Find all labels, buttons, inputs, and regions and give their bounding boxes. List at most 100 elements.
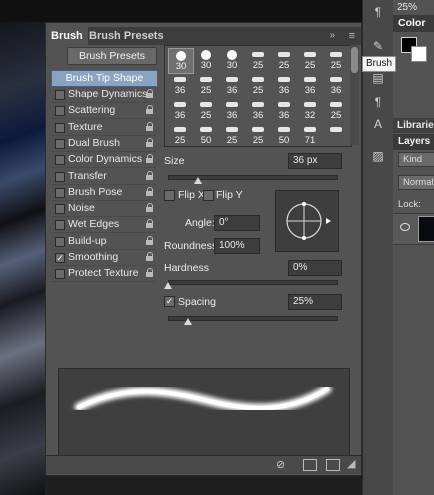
option-shape-dynamics[interactable]: Shape Dynamics: [51, 87, 156, 103]
paragraph-icon[interactable]: ¶: [371, 6, 385, 19]
brush-tip-cell[interactable]: 36: [272, 98, 296, 122]
option-smoothing[interactable]: ✓ Smoothing: [51, 250, 156, 266]
option-build-up[interactable]: Build-up: [51, 234, 156, 250]
option-brush-tip-shape[interactable]: Brush Tip Shape: [51, 70, 158, 87]
brush-tip-cell[interactable]: 25: [272, 48, 296, 72]
lock-icon[interactable]: [146, 105, 153, 115]
brush-tip-cell[interactable]: 36: [272, 73, 296, 97]
roundness-field[interactable]: 100%: [214, 238, 260, 254]
brush-tip-cell[interactable]: 25: [220, 123, 244, 146]
new-brush-icon[interactable]: [326, 459, 340, 471]
option-checkbox[interactable]: [55, 204, 65, 215]
grid-view-icon[interactable]: [303, 459, 317, 471]
spacing-checkbox[interactable]: ✓: [164, 296, 175, 307]
toggle-live-tip-icon[interactable]: ⊘: [276, 458, 285, 471]
size-slider-thumb[interactable]: [194, 177, 203, 184]
collapse-icon[interactable]: »: [329, 27, 335, 45]
brush-tip-cell[interactable]: 32: [298, 98, 322, 122]
option-checkbox[interactable]: [55, 220, 65, 231]
option-wet-edges[interactable]: Wet Edges: [51, 217, 156, 234]
option-checkbox[interactable]: [55, 187, 65, 198]
tab-brush[interactable]: Brush: [46, 27, 88, 45]
brush-tip-grid[interactable]: 30 30 30 25 25 25 25 36 25 36 25 36 36 36 36 25 36 36 36 32…: [164, 45, 352, 147]
lock-icon[interactable]: [146, 170, 153, 180]
brush-tip-cell[interactable]: 25: [298, 48, 322, 72]
blend-mode-select[interactable]: Normal: [398, 175, 434, 190]
brush-tip-cell[interactable]: 36: [220, 73, 244, 97]
brush-tip-cell[interactable]: 71: [298, 123, 322, 146]
lock-icon[interactable]: [146, 186, 153, 196]
option-checkbox[interactable]: [55, 171, 65, 182]
brush-tip-cell[interactable]: 50: [272, 123, 296, 146]
brush-tip-cell[interactable]: 36: [168, 73, 192, 97]
lock-icon[interactable]: [146, 203, 153, 213]
brush-icon[interactable]: ✎: [371, 40, 385, 53]
hardness-slider-track[interactable]: [168, 280, 338, 285]
option-transfer[interactable]: Transfer: [51, 169, 156, 185]
brush-tip-cell[interactable]: 25: [324, 48, 348, 72]
option-checkbox[interactable]: [55, 90, 65, 100]
option-texture[interactable]: Texture: [51, 120, 156, 136]
brush-tip-cell[interactable]: 30: [168, 48, 194, 74]
option-noise[interactable]: Noise: [51, 201, 156, 218]
clone-source-icon[interactable]: ▤: [371, 72, 385, 85]
option-scattering[interactable]: Scattering: [51, 103, 156, 120]
visibility-eye-icon[interactable]: [400, 223, 410, 231]
option-protect-texture[interactable]: Protect Texture: [51, 266, 156, 283]
lock-icon[interactable]: [146, 219, 153, 229]
tab-libraries[interactable]: Libraries: [393, 118, 434, 133]
option-color-dynamics[interactable]: Color Dynamics: [51, 152, 156, 169]
brush-tip-cell[interactable]: 25: [324, 98, 348, 122]
panel-menu-icon[interactable]: ≡: [349, 27, 355, 45]
brush-tip-cell[interactable]: 25: [194, 98, 218, 122]
spacing-slider-thumb[interactable]: [184, 318, 193, 325]
hardness-field[interactable]: 0%: [288, 260, 342, 276]
lock-icon[interactable]: [146, 235, 153, 245]
brush-tip-cell[interactable]: 25: [246, 123, 270, 146]
option-checkbox[interactable]: [55, 269, 65, 280]
brush-tip-cell[interactable]: 25: [168, 123, 192, 146]
brush-tip-cell[interactable]: 36: [298, 73, 322, 97]
option-checkbox[interactable]: [55, 236, 65, 247]
character-icon[interactable]: A: [371, 118, 385, 131]
angle-roundness-widget[interactable]: [275, 190, 339, 252]
option-checkbox[interactable]: [55, 122, 65, 133]
lock-icon[interactable]: [146, 137, 153, 147]
hardness-slider-thumb[interactable]: [164, 282, 172, 289]
tab-layers[interactable]: Layers: [393, 134, 434, 150]
spacing-slider-track[interactable]: [168, 316, 338, 321]
paragraph-style-icon[interactable]: ¶: [371, 96, 385, 109]
angle-field[interactable]: 0°: [214, 215, 260, 231]
brush-tip-cell[interactable]: [324, 123, 348, 146]
brush-tip-cell[interactable]: 25: [194, 73, 218, 97]
brush-tip-cell[interactable]: 25: [246, 48, 270, 72]
brush-tip-cell[interactable]: 25: [246, 73, 270, 97]
brush-tip-cell[interactable]: 36: [246, 98, 270, 122]
option-checkbox[interactable]: [55, 106, 65, 117]
option-brush-pose[interactable]: Brush Pose: [51, 185, 156, 201]
option-checkbox[interactable]: [55, 138, 65, 149]
tab-brush-presets[interactable]: Brush Presets: [84, 27, 169, 45]
lock-icon[interactable]: [146, 154, 153, 164]
size-field[interactable]: 36 px: [288, 153, 342, 169]
grid-scroll-thumb[interactable]: [351, 47, 358, 73]
option-dual-brush[interactable]: Dual Brush: [51, 136, 156, 152]
spacing-field[interactable]: 25%: [288, 294, 342, 310]
flip-x-checkbox[interactable]: [164, 190, 175, 201]
brush-tip-cell[interactable]: 36: [168, 98, 192, 122]
flip-y-checkbox[interactable]: [203, 190, 214, 201]
tab-color[interactable]: Color: [393, 15, 434, 32]
option-checkbox[interactable]: ✓: [55, 253, 65, 263]
background-color-swatch[interactable]: [411, 46, 427, 62]
image-icon[interactable]: ▨: [371, 150, 385, 163]
layer-filter-kind[interactable]: Kind: [398, 152, 434, 167]
lock-icon[interactable]: [146, 268, 153, 278]
brush-tip-cell[interactable]: 30: [220, 48, 244, 72]
resize-grip-icon[interactable]: ◢: [347, 457, 355, 470]
brush-tip-cell[interactable]: 50: [194, 123, 218, 146]
option-checkbox[interactable]: [55, 155, 65, 166]
brush-tip-cell[interactable]: 30: [194, 48, 218, 72]
brush-presets-button[interactable]: Brush Presets: [67, 47, 157, 65]
brush-tip-cell[interactable]: 36: [324, 73, 348, 97]
lock-icon[interactable]: [146, 252, 153, 261]
